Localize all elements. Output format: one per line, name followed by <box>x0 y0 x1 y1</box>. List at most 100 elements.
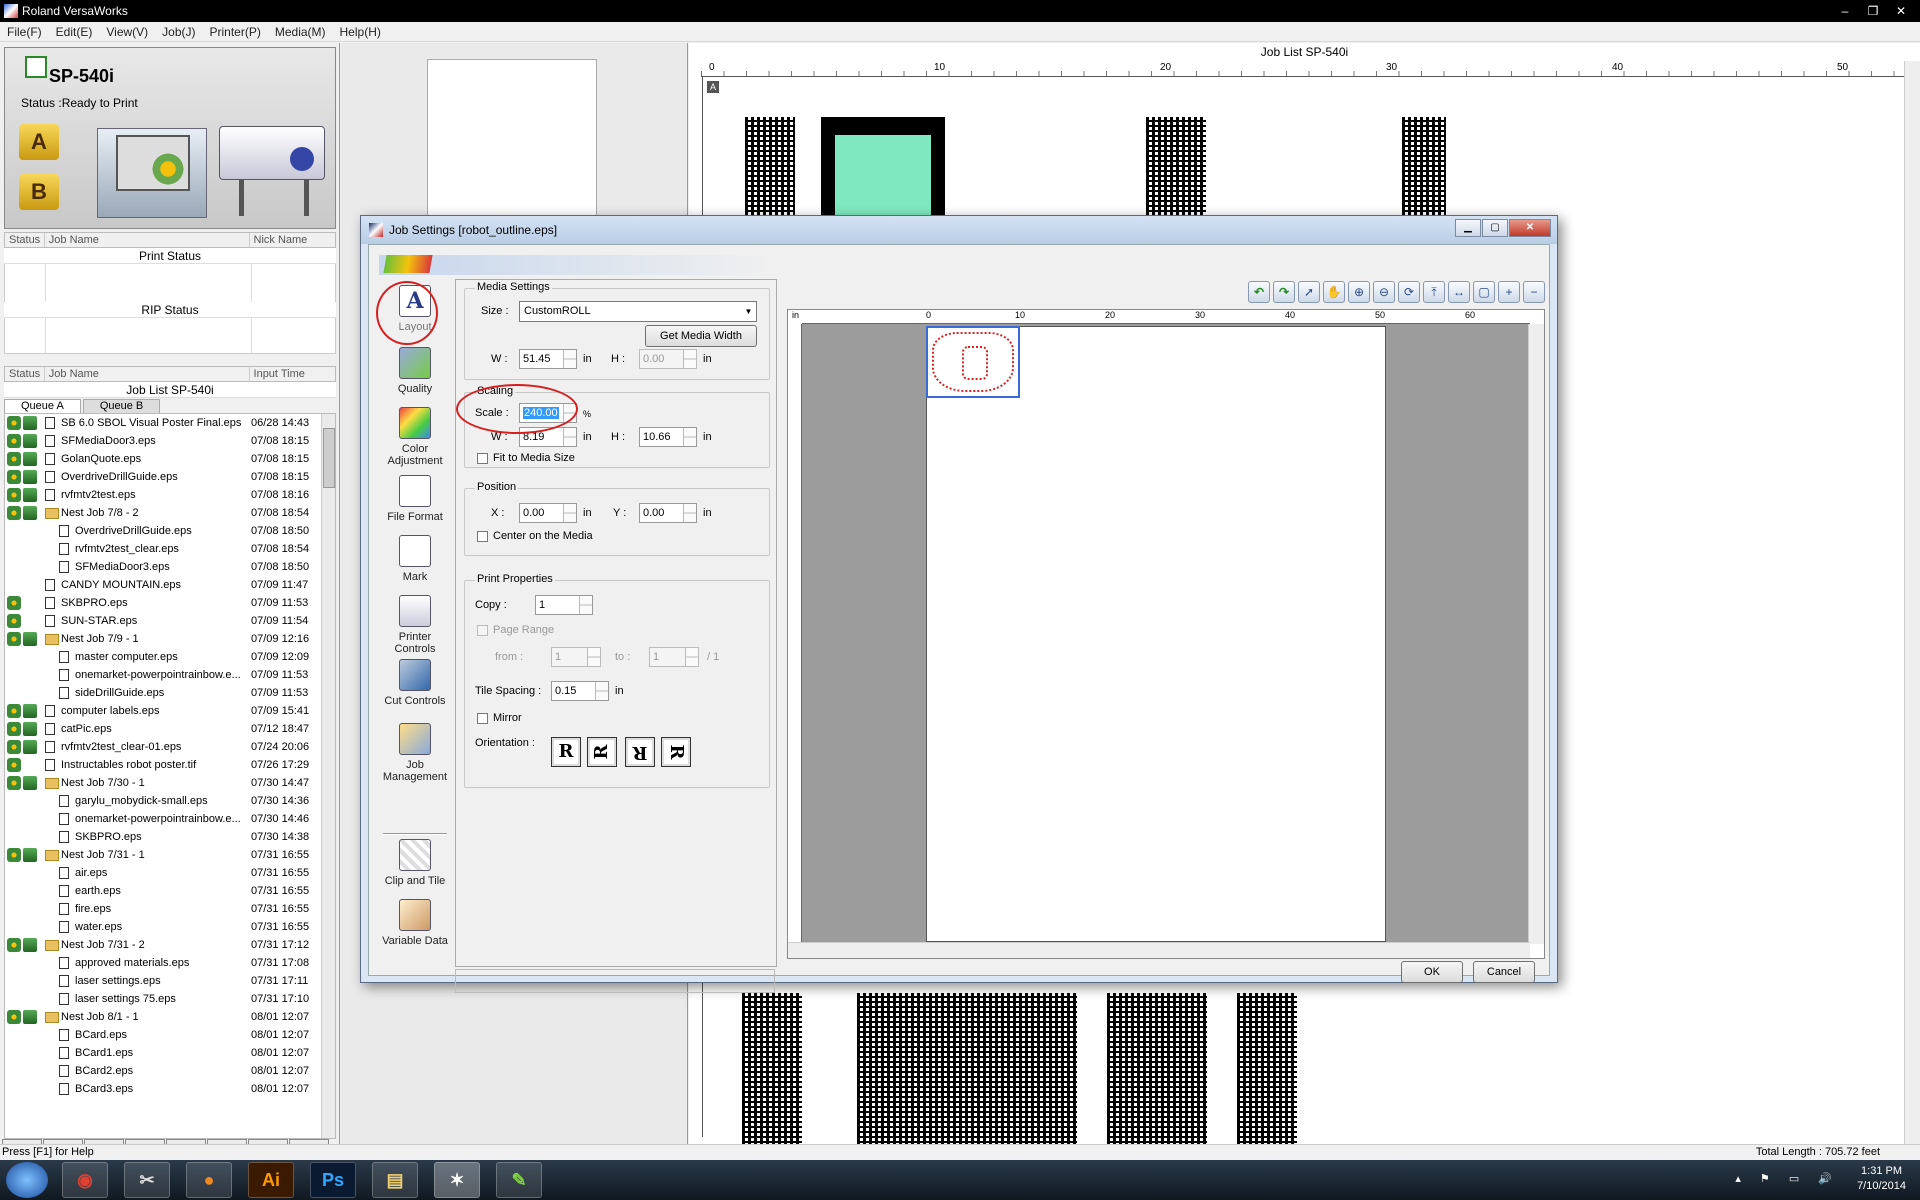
menu-job[interactable]: Job(J) <box>155 25 202 39</box>
rip-computer-icon[interactable] <box>97 128 207 218</box>
job-row[interactable]: master computer.eps 07/09 12:09 <box>5 648 323 666</box>
spinner-icon[interactable] <box>563 350 576 368</box>
job-row[interactable]: SKBPRO.eps 07/30 14:38 <box>5 828 323 846</box>
copy-field[interactable]: 1 <box>535 595 593 615</box>
orientation-0-button[interactable]: R <box>551 737 581 767</box>
job-row[interactable]: fire.eps 07/31 16:55 <box>5 900 323 918</box>
nest-job-row[interactable]: Nest Job 7/31 - 2 07/31 17:12 <box>5 936 323 954</box>
maximize-icon[interactable]: ▢ <box>1482 219 1508 237</box>
menu-media[interactable]: Media(M) <box>268 25 333 39</box>
job-row[interactable]: OverdriveDrillGuide.eps 07/08 18:15 <box>5 468 323 486</box>
spinner-icon[interactable] <box>683 504 696 522</box>
spinner-icon[interactable] <box>563 504 576 522</box>
job-row[interactable]: garylu_mobydick-small.eps 07/30 14:36 <box>5 792 323 810</box>
job-row[interactable]: BCard3.eps 08/01 12:07 <box>5 1080 323 1098</box>
job-row[interactable]: water.eps 07/31 16:55 <box>5 918 323 936</box>
dialog-title-bar[interactable]: Job Settings [robot_outline.eps] ▁ ▢ ✕ <box>361 216 1557 244</box>
nav-mark[interactable]: Mark <box>381 535 449 583</box>
mirror-checkbox[interactable] <box>477 713 488 724</box>
job-row[interactable]: BCard.eps 08/01 12:07 <box>5 1026 323 1044</box>
restore-icon[interactable]: ❐ <box>1860 2 1886 19</box>
tab-queue-b[interactable]: Queue B <box>82 399 161 413</box>
align-top-icon[interactable]: ⤒ <box>1423 281 1445 303</box>
col-status[interactable]: Status <box>5 367 45 381</box>
spinner-icon[interactable] <box>563 428 576 446</box>
orientation-90-button[interactable]: R <box>587 737 617 767</box>
queue-b-icon[interactable]: B <box>19 174 59 210</box>
job-thumbnail[interactable] <box>1107 993 1207 1153</box>
close-icon[interactable]: ✕ <box>1509 219 1551 237</box>
col-status[interactable]: Status <box>5 233 45 247</box>
spinner-icon[interactable] <box>595 682 608 700</box>
zoom-in-icon[interactable]: ⊕ <box>1348 281 1370 303</box>
menu-printer[interactable]: Printer(P) <box>203 25 268 39</box>
nav-cut-controls[interactable]: Cut Controls <box>381 659 449 707</box>
firefox-icon[interactable]: ● <box>186 1162 232 1198</box>
job-row[interactable]: onemarket-powerpointrainbow.e... 07/30 14… <box>5 810 323 828</box>
nav-clip-and-tile[interactable]: Clip and Tile <box>381 839 449 887</box>
job-thumbnail[interactable] <box>745 117 795 227</box>
nest-job-row[interactable]: Nest Job 7/9 - 1 07/09 12:16 <box>5 630 323 648</box>
spinner-icon[interactable] <box>683 428 696 446</box>
tile-spacing-field[interactable]: 0.15 <box>551 681 609 701</box>
minimize-icon[interactable]: ▁ <box>1455 219 1481 237</box>
orientation-270-button[interactable]: R <box>661 737 691 767</box>
menu-file[interactable]: File(F) <box>0 25 49 39</box>
position-y-field[interactable]: 0.00 <box>639 503 697 523</box>
fit-width-icon[interactable]: ↔ <box>1448 281 1470 303</box>
nest-job-row[interactable]: Nest Job 7/31 - 1 07/31 16:55 <box>5 846 323 864</box>
system-tray[interactable]: ▴ ⚑ ▭ 🔊 <box>1735 1172 1840 1185</box>
job-row[interactable]: SKBPRO.eps 07/09 11:53 <box>5 594 323 612</box>
nav-file-format[interactable]: File Format <box>381 475 449 523</box>
spinner-icon[interactable] <box>579 596 592 614</box>
clock[interactable]: 1:31 PM 7/10/2014 <box>1857 1164 1906 1194</box>
col-job-name[interactable]: Job Name <box>45 233 250 247</box>
hand-pan-icon[interactable]: ✋ <box>1323 281 1345 303</box>
zoom-out-icon[interactable]: ⊖ <box>1373 281 1395 303</box>
position-x-field[interactable]: 0.00 <box>519 503 577 523</box>
nest-job-row[interactable]: Nest Job 7/8 - 2 07/08 18:54 <box>5 504 323 522</box>
col-input-time[interactable]: Input Time <box>250 367 335 381</box>
preview-canvas[interactable]: in 0 10 20 30 40 50 60 <box>787 309 1545 959</box>
orientation-180-button[interactable]: R <box>625 737 655 767</box>
job-row[interactable]: laser settings.eps 07/31 17:11 <box>5 972 323 990</box>
redo-icon[interactable]: ↷ <box>1273 281 1295 303</box>
job-list-scrollbar[interactable] <box>321 414 335 1138</box>
job-row[interactable]: GolanQuote.eps 07/08 18:15 <box>5 450 323 468</box>
job-thumbnail[interactable] <box>821 117 945 227</box>
nest-job-row[interactable]: Nest Job 8/1 - 1 08/01 12:07 <box>5 1008 323 1026</box>
job-row[interactable]: BCard1.eps 08/01 12:07 <box>5 1044 323 1062</box>
robot-outline-job[interactable] <box>926 326 1020 398</box>
job-list[interactable]: SB 6.0 SBOL Visual Poster Final.eps 06/28… <box>4 413 336 1139</box>
queue-a-icon[interactable]: A <box>19 124 59 160</box>
explorer-icon[interactable]: ▤ <box>372 1162 418 1198</box>
job-row[interactable]: SB 6.0 SBOL Visual Poster Final.eps 06/28… <box>5 414 323 432</box>
job-row[interactable]: sideDrillGuide.eps 07/09 11:53 <box>5 684 323 702</box>
job-row[interactable]: approved materials.eps 07/31 17:08 <box>5 954 323 972</box>
printer-icon[interactable] <box>219 118 329 218</box>
rotate-icon[interactable]: ⟳ <box>1398 281 1420 303</box>
job-row[interactable]: laser settings 75.eps 07/31 17:10 <box>5 990 323 1008</box>
job-row[interactable]: catPic.eps 07/12 18:47 <box>5 720 323 738</box>
media-size-dropdown[interactable]: CustomROLL ▼ <box>519 301 757 322</box>
preview-scrollbar[interactable] <box>1904 61 1920 1147</box>
photoshop-icon[interactable]: Ps <box>310 1162 356 1198</box>
job-row[interactable]: BCard2.eps 08/01 12:07 <box>5 1062 323 1080</box>
job-row[interactable]: rvfmtv2test.eps 07/08 18:16 <box>5 486 323 504</box>
job-row[interactable]: rvfmtv2test_clear-01.eps 07/24 20:06 <box>5 738 323 756</box>
scale-height-field[interactable]: 10.66 <box>639 427 697 447</box>
job-row[interactable]: SUN-STAR.eps 07/09 11:54 <box>5 612 323 630</box>
versaworks-icon[interactable]: ✶ <box>434 1162 480 1198</box>
ok-button[interactable]: OK <box>1401 961 1463 983</box>
job-row[interactable]: OverdriveDrillGuide.eps 07/08 18:50 <box>5 522 323 540</box>
nav-quality[interactable]: Quality <box>381 347 449 395</box>
media-width-field[interactable]: 51.45 <box>519 349 577 369</box>
col-job-name[interactable]: Job Name <box>45 367 250 381</box>
close-icon[interactable]: ✕ <box>1888 2 1914 19</box>
nav-color-adjustment[interactable]: Color Adjustment <box>381 407 449 467</box>
job-thumbnail[interactable] <box>1237 993 1297 1153</box>
cutstudio-icon[interactable]: ✎ <box>496 1162 542 1198</box>
job-row[interactable]: computer labels.eps 07/09 15:41 <box>5 702 323 720</box>
minus-icon[interactable]: − <box>1523 281 1545 303</box>
job-thumbnail[interactable] <box>857 993 1077 1153</box>
